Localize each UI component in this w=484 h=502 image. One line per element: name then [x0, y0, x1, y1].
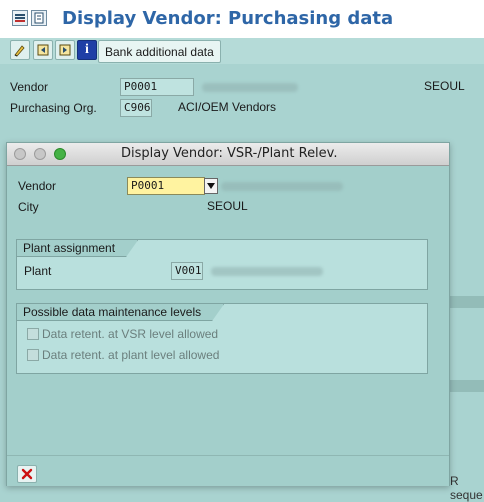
dialog-city-value: SEOUL	[207, 199, 248, 213]
vsr-level-checkbox[interactable]	[27, 328, 39, 340]
plant-field[interactable]: V001	[171, 262, 203, 280]
maintenance-levels-title: Possible data maintenance levels	[17, 304, 224, 321]
dialog-footer	[7, 455, 449, 486]
purchasing-org-label: Purchasing Org.	[10, 101, 97, 115]
vsr-plant-dialog: Display Vendor: VSR-/Plant Relev. Vendor…	[6, 142, 450, 486]
dialog-title-bar: Display Vendor: VSR-/Plant Relev.	[7, 143, 449, 166]
change-icon[interactable]	[10, 40, 30, 60]
dialog-city-label: City	[18, 200, 39, 214]
plant-assignment-title: Plant assignment	[17, 240, 138, 257]
dialog-title: Display Vendor: VSR-/Plant Relev.	[121, 146, 338, 161]
vendor-name-blurred	[202, 83, 298, 92]
previous-icon[interactable]	[33, 40, 53, 60]
application-toolbar: i Bank additional data	[0, 38, 484, 64]
list-icon[interactable]	[31, 10, 47, 26]
vendor-field[interactable]: P0001	[120, 78, 194, 96]
dialog-vendor-field[interactable]: P0001	[127, 177, 205, 195]
window-title: Display Vendor: Purchasing data	[62, 8, 394, 29]
dropdown-arrow-icon[interactable]	[204, 178, 218, 194]
menu-icon[interactable]	[12, 10, 28, 26]
purchasing-org-field[interactable]: C906	[120, 99, 152, 117]
zoom-window-icon[interactable]	[54, 148, 66, 160]
minimize-window-icon[interactable]	[34, 148, 46, 160]
background-section-divider	[450, 296, 484, 308]
bank-additional-data-button[interactable]: Bank additional data	[98, 40, 221, 63]
vendor-city: SEOUL	[424, 79, 465, 93]
vsr-level-label: Data retent. at VSR level allowed	[42, 327, 219, 341]
close-window-icon[interactable]	[14, 148, 26, 160]
plant-level-label: Data retent. at plant level allowed	[42, 348, 220, 362]
plant-name-blurred	[211, 267, 323, 276]
background-partial-text: R seque	[450, 474, 483, 502]
dialog-vendor-name-blurred	[221, 182, 343, 191]
plant-level-checkbox[interactable]	[27, 349, 39, 361]
cancel-icon[interactable]	[17, 465, 37, 483]
info-icon[interactable]: i	[77, 40, 97, 60]
maintenance-levels-group: Possible data maintenance levels Data re…	[16, 303, 428, 374]
purchasing-org-name: ACI/OEM Vendors	[178, 100, 277, 114]
background-section-divider	[450, 380, 484, 392]
dialog-vendor-label: Vendor	[18, 179, 57, 193]
title-bar: Display Vendor: Purchasing data	[0, 0, 484, 39]
plant-label: Plant	[24, 264, 52, 278]
vendor-label: Vendor	[10, 80, 49, 94]
next-icon[interactable]	[55, 40, 75, 60]
plant-assignment-group: Plant assignment Plant V001	[16, 239, 428, 290]
